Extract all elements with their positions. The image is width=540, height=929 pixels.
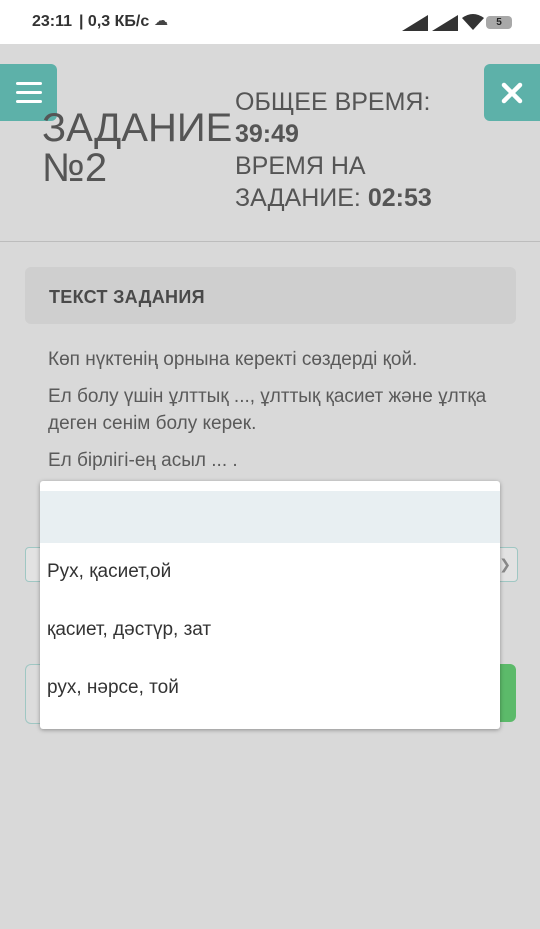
task-title-line1: ЗАДАНИЕ [42,106,233,150]
task-time-label-line2: ЗАДАНИЕ: [235,184,361,212]
cloud-icon: ☁ [154,12,168,28]
dropdown-option[interactable]: қасиет, дәстүр, зат [40,601,500,659]
chevron-down-icon: ❯ [499,556,511,572]
total-time-value: 39:49 [235,120,299,148]
dropdown-option-label: рух, нәрсе, той [47,677,179,698]
next-button[interactable] [500,664,516,722]
total-time-label: ОБЩЕЕ ВРЕМЯ: [235,88,431,116]
signal-icon [432,15,458,31]
timers: ОБЩЕЕ ВРЕМЯ: 39:49 ВРЕМЯ НА ЗАДАНИЕ: 02:… [235,86,475,214]
dropdown-option-label: Рух, қасиет,ой [47,561,172,582]
signal-icon [402,15,428,31]
dropdown-option[interactable]: рух, нәрсе, той [40,659,500,717]
task-instruction: Көп нүктенің орнына керекті сөздерді қой… [48,349,418,370]
wifi-icon [462,14,484,30]
close-icon [501,82,523,104]
header-divider [0,241,540,242]
close-button[interactable] [484,64,540,121]
task-title-line2: №2 [42,146,108,190]
task-time-value: 02:53 [367,184,432,212]
task-text-panel: ТЕКСТ ЗАДАНИЯ [25,267,516,324]
hamburger-icon-bar [16,91,42,94]
dropdown-option-label: қасиет, дәстүр, зат [47,619,212,640]
dropdown-option-empty[interactable] [40,491,500,543]
task-time-label-line1: ВРЕМЯ НА [235,152,366,180]
status-network-speed: | 0,3 КБ/с [79,13,150,30]
task-text-heading: ТЕКСТ ЗАДАНИЯ [49,287,205,307]
task-title: ЗАДАНИЕ №2 [42,108,232,188]
status-bar: 23:11 | 0,3 КБ/с ☁ 5 [0,0,540,44]
task-sentence-2: Ел бірлігі-ең асыл ... . [48,450,238,471]
hamburger-icon [16,82,42,85]
dropdown-option[interactable]: Рух, қасиет,ой [40,543,500,601]
status-time: 23:11 [32,13,73,30]
battery-icon: 5 [486,16,512,29]
task-sentence-1: Ел болу үшін ұлттық ..., ұлттық қасиет ж… [48,386,487,434]
answer-dropdown-list: Рух, қасиет,ой қасиет, дәстүр, зат рух, … [40,481,500,729]
hamburger-icon-bar [16,100,42,103]
